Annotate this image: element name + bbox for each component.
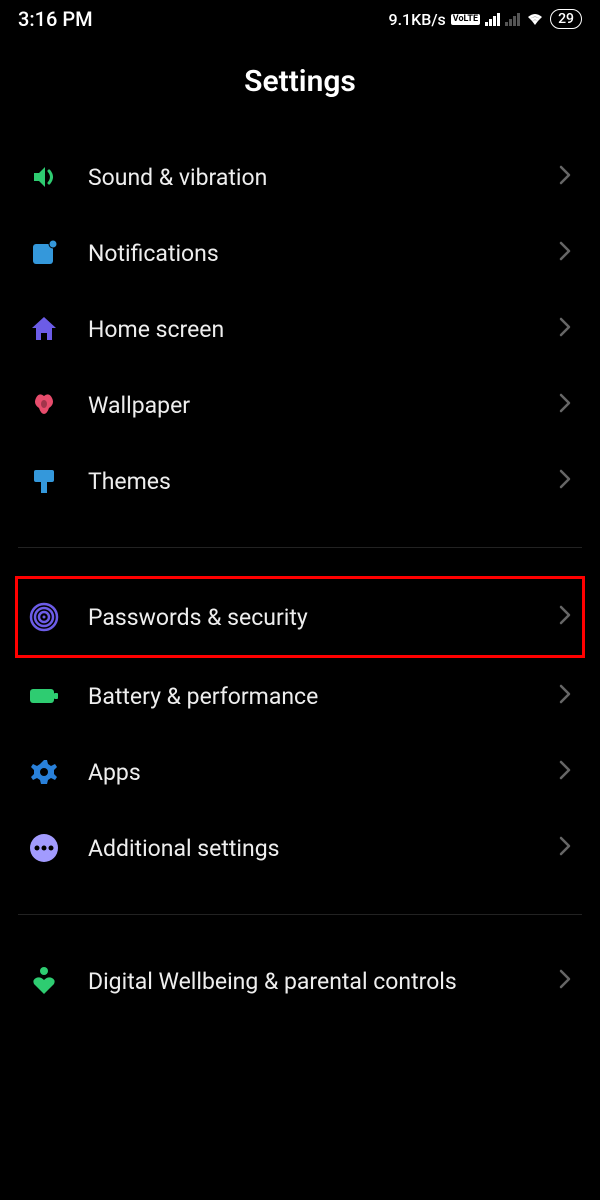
settings-item-passwords-security[interactable]: Passwords & security bbox=[15, 576, 585, 658]
chevron-right-icon bbox=[558, 392, 572, 418]
settings-item-battery[interactable]: Battery & performance bbox=[18, 658, 582, 734]
network-speed: 9.1KB/s bbox=[388, 10, 445, 29]
settings-item-label: Battery & performance bbox=[88, 683, 530, 710]
home-icon bbox=[28, 313, 60, 345]
settings-item-label: Digital Wellbeing & parental controls bbox=[88, 968, 530, 995]
chevron-right-icon bbox=[558, 759, 572, 785]
settings-item-additional[interactable]: Additional settings bbox=[18, 810, 582, 886]
settings-item-label: Additional settings bbox=[88, 835, 530, 862]
settings-item-label: Themes bbox=[88, 468, 530, 495]
settings-item-themes[interactable]: Themes bbox=[18, 443, 582, 519]
status-time: 3:16 PM bbox=[18, 7, 93, 31]
chevron-right-icon bbox=[558, 968, 572, 994]
settings-item-digital-wellbeing[interactable]: Digital Wellbeing & parental controls bbox=[18, 943, 582, 1019]
settings-list: Sound & vibration Notifications Home scree… bbox=[0, 139, 600, 1019]
chevron-right-icon bbox=[558, 164, 572, 190]
heart-icon bbox=[28, 965, 60, 997]
brush-icon bbox=[28, 465, 60, 497]
notification-icon bbox=[28, 237, 60, 269]
settings-item-apps[interactable]: Apps bbox=[18, 734, 582, 810]
battery-indicator: 29 bbox=[550, 9, 582, 29]
chevron-right-icon bbox=[558, 683, 572, 709]
divider bbox=[18, 547, 582, 548]
settings-item-wallpaper[interactable]: Wallpaper bbox=[18, 367, 582, 443]
settings-item-label: Notifications bbox=[88, 240, 530, 267]
page-title: Settings bbox=[0, 38, 600, 139]
chevron-right-icon bbox=[558, 468, 572, 494]
wifi-icon bbox=[525, 11, 545, 27]
battery-icon bbox=[28, 680, 60, 712]
dots-icon bbox=[28, 832, 60, 864]
flower-icon bbox=[28, 389, 60, 421]
speaker-icon bbox=[28, 161, 60, 193]
settings-item-label: Wallpaper bbox=[88, 392, 530, 419]
status-bar: 3:16 PM 9.1KB/s VoLTE 29 bbox=[0, 0, 600, 38]
settings-item-sound[interactable]: Sound & vibration bbox=[18, 139, 582, 215]
settings-item-label: Passwords & security bbox=[88, 604, 530, 631]
divider bbox=[18, 914, 582, 915]
settings-item-label: Apps bbox=[88, 759, 530, 786]
chevron-right-icon bbox=[558, 240, 572, 266]
chevron-right-icon bbox=[558, 316, 572, 342]
signal-icon-1 bbox=[485, 12, 500, 26]
settings-item-home-screen[interactable]: Home screen bbox=[18, 291, 582, 367]
chevron-right-icon bbox=[558, 604, 572, 630]
settings-item-notifications[interactable]: Notifications bbox=[18, 215, 582, 291]
settings-item-label: Sound & vibration bbox=[88, 164, 530, 191]
signal-icon-2 bbox=[505, 12, 520, 26]
volte-badge: VoLTE bbox=[451, 14, 480, 25]
chevron-right-icon bbox=[558, 835, 572, 861]
status-indicators: 9.1KB/s VoLTE 29 bbox=[388, 9, 582, 29]
settings-item-label: Home screen bbox=[88, 316, 530, 343]
gear-icon bbox=[28, 756, 60, 788]
fingerprint-icon bbox=[28, 601, 60, 633]
